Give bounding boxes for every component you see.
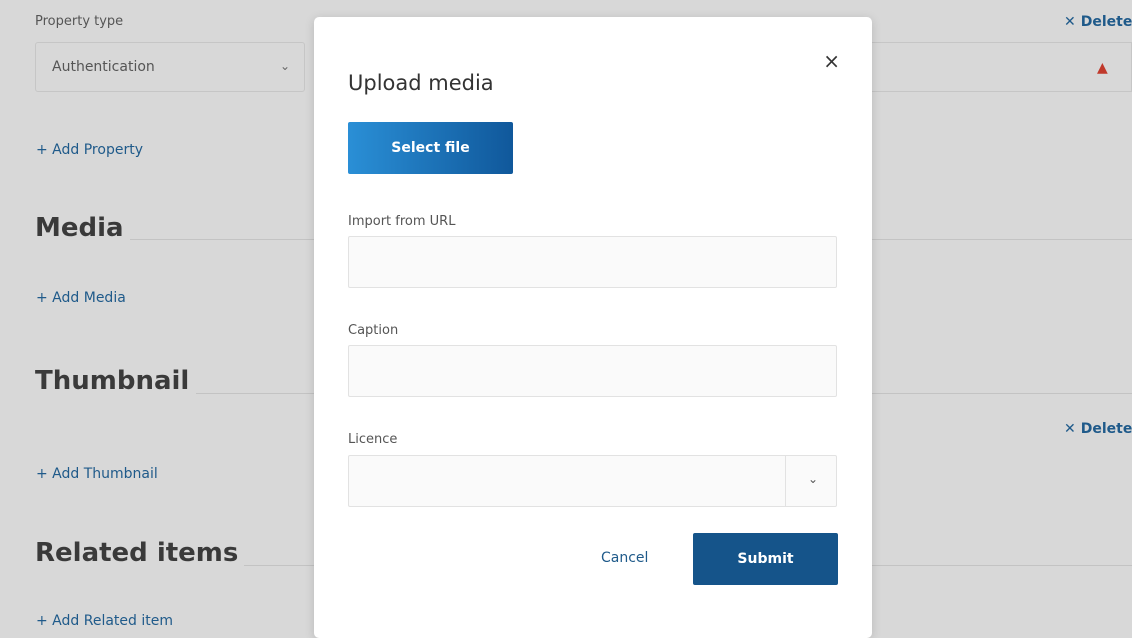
close-icon[interactable]: × xyxy=(823,49,840,73)
submit-button[interactable]: Submit xyxy=(693,533,838,585)
close-icon: ✕ xyxy=(1064,14,1076,30)
licence-label: Licence xyxy=(348,432,398,447)
delete-label: Delete xyxy=(1080,421,1132,437)
close-icon: ✕ xyxy=(1064,421,1076,437)
delete-property-button[interactable]: ✕ Delete xyxy=(1064,14,1132,30)
add-thumbnail-link[interactable]: + Add Thumbnail xyxy=(36,466,158,482)
property-type-label: Property type xyxy=(35,14,124,29)
warning-icon: ▲ xyxy=(1097,60,1108,76)
add-property-link[interactable]: + Add Property xyxy=(36,142,143,158)
chevron-down-icon[interactable]: ⌄ xyxy=(808,472,818,486)
select-divider xyxy=(785,456,786,506)
property-value-field[interactable] xyxy=(870,42,1132,92)
import-url-label: Import from URL xyxy=(348,214,456,229)
divider xyxy=(872,565,1132,566)
media-heading: Media xyxy=(35,213,124,243)
divider xyxy=(196,393,314,394)
upload-media-modal: × Upload media Select file Import from U… xyxy=(314,17,872,638)
related-items-heading: Related items xyxy=(35,538,239,568)
thumbnail-heading: Thumbnail xyxy=(35,366,190,396)
property-type-select[interactable]: Authentication ⌄ xyxy=(35,42,305,92)
import-url-input[interactable] xyxy=(348,236,837,288)
cancel-button[interactable]: Cancel xyxy=(601,550,648,566)
add-related-item-link[interactable]: + Add Related item xyxy=(36,613,173,629)
add-media-link[interactable]: + Add Media xyxy=(36,290,126,306)
delete-label: Delete xyxy=(1080,14,1132,30)
divider xyxy=(130,239,314,240)
chevron-down-icon: ⌄ xyxy=(279,59,290,73)
caption-input[interactable] xyxy=(348,345,837,397)
property-type-value: Authentication xyxy=(52,59,155,75)
divider xyxy=(872,239,1132,240)
delete-thumbnail-button[interactable]: ✕ Delete xyxy=(1064,421,1132,437)
divider xyxy=(872,393,1132,394)
caption-label: Caption xyxy=(348,323,399,338)
select-file-button[interactable]: Select file xyxy=(348,122,513,174)
modal-title: Upload media xyxy=(348,71,494,95)
divider xyxy=(244,565,314,566)
licence-select[interactable]: ⌄ xyxy=(348,455,837,507)
